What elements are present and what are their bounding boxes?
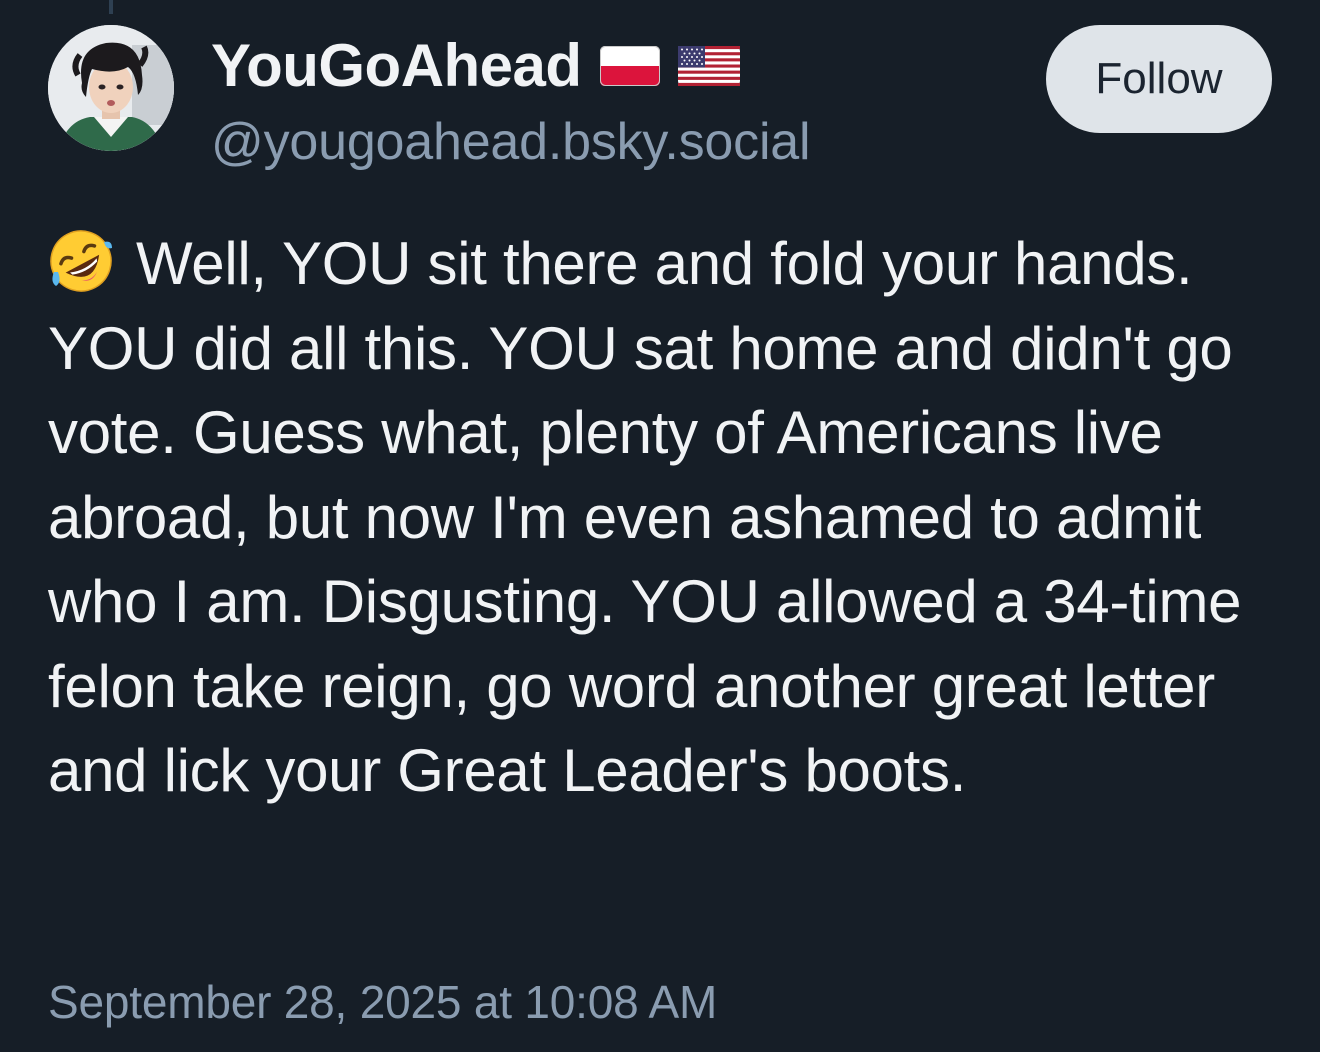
author-display-name[interactable]: YouGoAhead <box>211 30 582 102</box>
rolling-on-floor-laughing-emoji <box>50 230 112 292</box>
thread-connector-line <box>109 0 113 14</box>
post-thread-item: YouGoAhead @yougoahead.bsky.social Follo… <box>0 0 1320 1052</box>
post-timestamp[interactable]: September 28, 2025 at 10:08 AM <box>48 972 717 1032</box>
flag-poland-icon <box>599 46 660 86</box>
avatar[interactable] <box>48 25 174 151</box>
post-text: Well, YOU sit there and fold your hands.… <box>48 230 1242 804</box>
avatar-image <box>48 25 174 151</box>
post-body: Well, YOU sit there and fold your hands.… <box>48 222 1288 814</box>
author-handle[interactable]: @yougoahead.bsky.social <box>211 110 811 174</box>
author-name-row: YouGoAhead <box>211 30 740 102</box>
follow-button[interactable]: Follow <box>1046 25 1272 133</box>
flag-usa-icon <box>677 46 740 86</box>
